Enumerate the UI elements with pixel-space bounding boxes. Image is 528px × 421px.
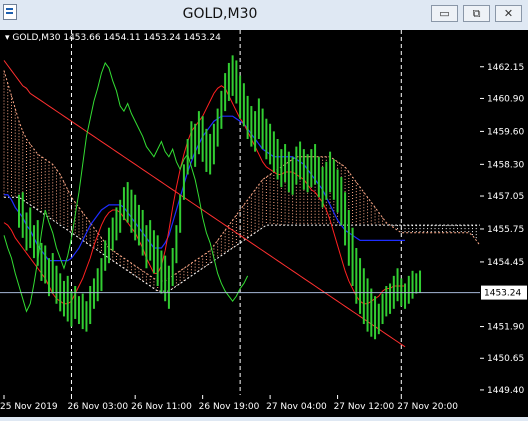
- minimize-button[interactable]: ▭: [431, 5, 458, 22]
- y-tick-label: 1459.60: [487, 127, 524, 137]
- y-tick-label: 1458.30: [487, 160, 524, 170]
- price-axis-canvas: 1462.15 1460.90 1459.60 1458.30 1457.05 1455.…: [480, 63, 527, 396]
- x-tick-label: 27 Nov 20:00: [397, 402, 458, 412]
- restore-button[interactable]: ⧉: [463, 5, 490, 22]
- price-bars: [17, 55, 422, 340]
- y-tick-label: 1455.75: [487, 225, 524, 235]
- x-tick-label: 25 Nov 2019: [0, 402, 58, 412]
- legend-symbol: GOLD,M30: [12, 33, 61, 43]
- senkou-span-a: [3, 70, 481, 282]
- chart-legend: ▾ GOLD,M30 1453.66 1454.11 1453.24 1453.…: [5, 33, 221, 43]
- y-tick-label: 1449.40: [487, 386, 524, 395]
- last-price-label: 1453.24: [484, 289, 521, 299]
- plot-area[interactable]: ▾ GOLD,M30 1453.66 1454.11 1453.24 1453.…: [0, 30, 481, 395]
- close-button[interactable]: ✕: [495, 5, 522, 22]
- y-tick-label: 1460.90: [487, 94, 524, 104]
- time-axis-canvas: 25 Nov 2019 26 Nov 03:00 26 Nov 11:00 26 No…: [0, 395, 458, 412]
- x-tick-label: 26 Nov 03:00: [67, 402, 128, 412]
- x-tick-label: 27 Nov 04:00: [266, 402, 327, 412]
- y-tick-label: 1454.45: [487, 258, 524, 268]
- y-tick-label: 1450.65: [487, 354, 524, 364]
- x-tick-label: 27 Nov 12:00: [334, 402, 395, 412]
- x-tick-label: 26 Nov 11:00: [131, 402, 192, 412]
- y-tick-label: 1451.90: [487, 323, 524, 333]
- time-axis[interactable]: 25 Nov 2019 26 Nov 03:00 26 Nov 11:00 26 No…: [0, 395, 528, 417]
- y-tick-label: 1457.05: [487, 192, 524, 202]
- price-axis[interactable]: 1462.15 1460.90 1459.60 1458.30 1457.05 1455.…: [480, 30, 528, 396]
- legend-ohlc: 1453.66 1454.11 1453.24 1453.24: [63, 33, 221, 43]
- y-tick-label: 1462.15: [487, 63, 524, 73]
- title-bar[interactable]: GOLD,M30 ▭ ⧉ ✕: [0, 0, 528, 30]
- window-title: GOLD,M30: [182, 6, 258, 22]
- chart-canvas[interactable]: [0, 30, 481, 395]
- x-tick-label: 26 Nov 19:00: [199, 402, 260, 412]
- chart-window: GOLD,M30 ▭ ⧉ ✕ ▾ GOLD,M30 1453.66 1454.1…: [0, 0, 528, 417]
- ichimoku-cloud: [3, 70, 481, 292]
